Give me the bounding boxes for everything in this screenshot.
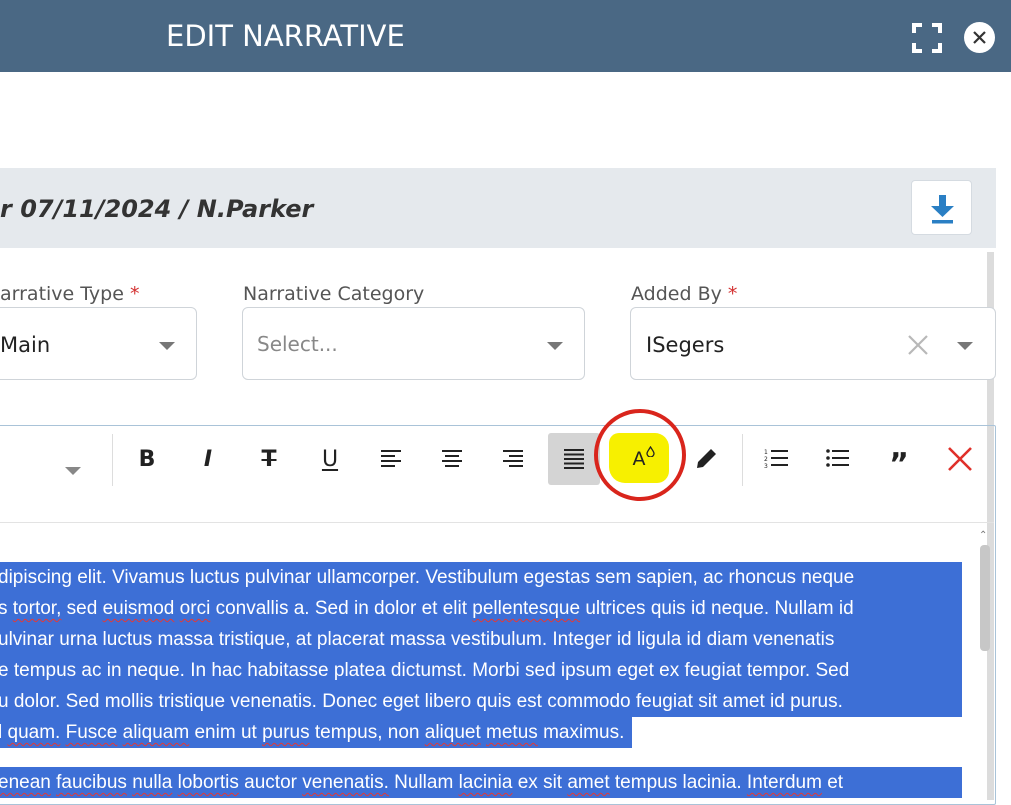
- align-justify-button[interactable]: [548, 433, 600, 485]
- spellcheck-word: tortor,: [12, 598, 62, 619]
- text-line: u dolor. Sed mollis tristique venenatis.…: [0, 686, 962, 717]
- spellcheck-word: enean: [0, 772, 51, 793]
- clear-formatting-button[interactable]: [934, 433, 986, 485]
- spellcheck-word: nulla: [132, 772, 173, 793]
- quote-icon: ”: [889, 446, 909, 482]
- align-left-button[interactable]: [365, 433, 417, 485]
- narrative-category-label: Narrative Category: [243, 283, 425, 305]
- spellcheck-word: purus: [262, 722, 310, 743]
- modal-title: EDIT NARRATIVE: [166, 19, 405, 53]
- strikethrough-icon: T: [261, 446, 277, 472]
- pen-button[interactable]: [680, 433, 732, 485]
- close-icon: [973, 31, 986, 44]
- editor-scrollbar-thumb[interactable]: [980, 545, 990, 651]
- bullet-list-button[interactable]: [812, 433, 864, 485]
- toolbar-divider: [742, 434, 743, 486]
- quote-button[interactable]: ”: [873, 433, 925, 485]
- spellcheck-word: faucibus: [56, 772, 127, 793]
- spellcheck-word: quam.: [7, 722, 61, 743]
- chevron-up-icon[interactable]: ⌃: [979, 530, 987, 541]
- close-button[interactable]: [964, 22, 995, 53]
- chevron-down-icon[interactable]: [65, 467, 81, 475]
- spellcheck-word: lobortis: [177, 772, 239, 793]
- align-center-icon: [442, 450, 462, 467]
- spellcheck-word: amet: [567, 772, 610, 793]
- spellcheck-word: aliquet: [424, 722, 481, 743]
- annotation-circle: [594, 409, 686, 501]
- pen-icon: [697, 449, 716, 468]
- chevron-down-icon[interactable]: [159, 342, 175, 350]
- clear-icon[interactable]: [906, 333, 930, 362]
- underline-button[interactable]: U: [304, 433, 356, 485]
- spellcheck-word: Interdum: [746, 772, 822, 793]
- bullet-list-icon: [826, 449, 849, 467]
- svg-text:2: 2: [764, 456, 768, 463]
- modal-header: EDIT NARRATIVE: [0, 0, 1011, 72]
- narrative-meta-text: r 07/11/2024 / N.Parker: [0, 195, 314, 223]
- bold-icon: B: [138, 446, 156, 472]
- underline-icon: U: [321, 446, 339, 472]
- align-right-button[interactable]: [487, 433, 539, 485]
- ordered-list-button[interactable]: 1 2 3: [751, 433, 803, 485]
- added-by-value: ISegers: [646, 333, 725, 357]
- text-line: enean faucibus nulla lobortis auctor ven…: [0, 767, 962, 798]
- italic-button[interactable]: I: [182, 433, 234, 485]
- spellcheck-word: Fusce: [65, 722, 118, 743]
- align-right-icon: [503, 450, 523, 467]
- text-line: ulvinar urna luctus massa tristique, at …: [0, 624, 962, 655]
- align-left-icon: [381, 450, 401, 467]
- download-icon: [931, 195, 954, 224]
- added-by-label: Added By *: [631, 283, 738, 305]
- narrative-type-label: arrative Type *: [0, 283, 140, 305]
- text-line: s tortor, sed euismod orci convallis a. …: [0, 593, 962, 624]
- spellcheck-word: lacinia: [458, 772, 513, 793]
- svg-text:1: 1: [764, 449, 768, 456]
- fullscreen-icon[interactable]: [912, 23, 942, 53]
- narrative-type-value: Main: [0, 333, 51, 357]
- spellcheck-word: euismod: [102, 598, 175, 619]
- toolbar-bottom-border: [0, 522, 994, 523]
- italic-icon: I: [203, 446, 213, 472]
- text-line: l quam. Fusce aliquam enim ut purus temp…: [0, 717, 633, 748]
- spellcheck-word: metus: [486, 722, 538, 743]
- spellcheck-word: venenatis.: [302, 772, 389, 793]
- editor-paragraph[interactable]: dipiscing elit. Vivamus luctus pulvinar …: [0, 562, 962, 758]
- svg-text:3: 3: [764, 463, 768, 470]
- align-justify-icon: [564, 449, 584, 469]
- text-line: e tempus ac in neque. In hac habitasse p…: [0, 655, 962, 686]
- editor-paragraph[interactable]: enean faucibus nulla lobortis auctor ven…: [0, 767, 962, 798]
- chevron-down-icon[interactable]: [547, 342, 563, 350]
- strikethrough-button[interactable]: T: [243, 433, 295, 485]
- spellcheck-word: aliquam: [122, 722, 190, 743]
- bold-button[interactable]: B: [121, 433, 173, 485]
- chevron-down-icon[interactable]: [957, 342, 973, 350]
- narrative-category-placeholder: Select...: [257, 332, 338, 356]
- toolbar-divider: [112, 434, 113, 486]
- download-button[interactable]: [911, 180, 972, 235]
- spellcheck-word: orci: [179, 598, 211, 619]
- spellcheck-word: pellentesque: [472, 598, 581, 619]
- align-center-button[interactable]: [426, 433, 478, 485]
- text-line: dipiscing elit. Vivamus luctus pulvinar …: [0, 562, 962, 593]
- clear-formatting-icon: [948, 447, 972, 471]
- ordered-list-icon: 1 2 3: [764, 449, 788, 470]
